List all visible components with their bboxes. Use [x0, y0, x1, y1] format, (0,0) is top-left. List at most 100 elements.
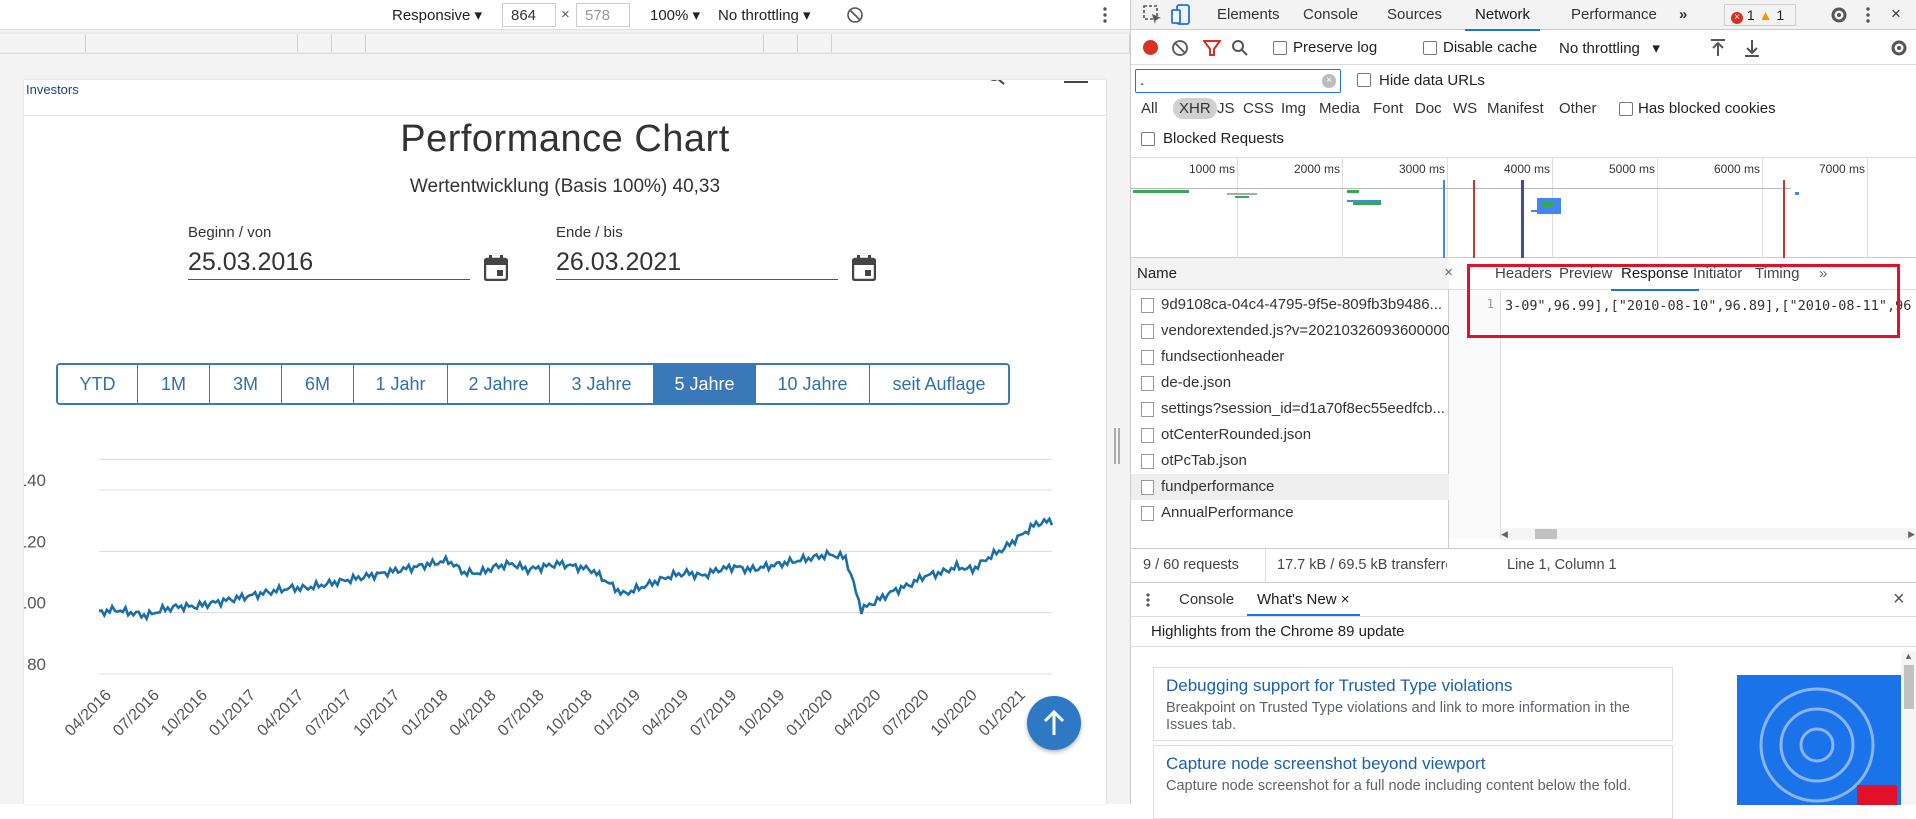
more-options-icon[interactable] [1100, 5, 1110, 25]
zoom-select[interactable]: 100% ▾ [650, 6, 700, 24]
tab-sources[interactable]: Sources [1387, 6, 1442, 23]
calendar-icon[interactable] [852, 255, 876, 281]
type-filter-js[interactable]: JS [1217, 100, 1235, 117]
tab-network[interactable]: Network [1464, 6, 1541, 31]
clear-icon[interactable] [1171, 39, 1189, 57]
request-row[interactable]: AnnualPerformance [1131, 500, 1449, 526]
request-row[interactable]: de-de.json [1131, 370, 1449, 396]
type-filter-all[interactable]: All [1141, 100, 1158, 117]
end-date-input[interactable]: 26.03.2021 [556, 248, 838, 280]
media-query-segment[interactable] [332, 34, 366, 52]
request-row[interactable]: otCenterRounded.json [1131, 422, 1449, 448]
media-query-segment[interactable] [798, 34, 832, 52]
scroll-left-icon[interactable]: ◀ [1501, 529, 1508, 540]
settings-icon[interactable] [1829, 5, 1849, 25]
type-filter-font[interactable]: Font [1373, 100, 1403, 117]
whats-new-card[interactable]: Debugging support for Trusted Type viola… [1153, 667, 1673, 741]
range-button[interactable]: 3M [210, 365, 282, 403]
media-query-segment[interactable] [0, 34, 86, 52]
name-column-header[interactable]: Name × [1131, 258, 1453, 290]
record-icon[interactable] [1143, 40, 1158, 55]
card-title[interactable]: Debugging support for Trusted Type viola… [1166, 676, 1660, 696]
range-button[interactable]: 3 Jahre [550, 365, 654, 403]
scroll-to-top-button[interactable] [1027, 696, 1081, 750]
scroll-up-icon[interactable]: ▲ [1904, 651, 1913, 661]
issues-counter[interactable]: × 1 ▲ 1 [1724, 4, 1796, 26]
tab-performance[interactable]: Performance [1571, 6, 1657, 23]
drawer-scrollbar-thumb[interactable] [1904, 665, 1914, 709]
range-button[interactable]: 2 Jahre [448, 365, 550, 403]
network-throttle-select[interactable]: No throttling ▾ [1559, 39, 1660, 57]
request-row-selected[interactable]: fundperformance [1131, 474, 1449, 500]
media-query-segment[interactable] [298, 34, 332, 52]
device-select[interactable]: Responsive ▾ [392, 6, 482, 24]
request-row[interactable]: otPcTab.json [1131, 448, 1449, 474]
rotate-icon[interactable] [845, 5, 865, 25]
inspect-element-icon[interactable] [1143, 5, 1163, 25]
request-row[interactable]: settings?session_id=d1a70f8ec55eedfcb... [1131, 396, 1449, 422]
close-drawer-icon[interactable]: × [1893, 588, 1905, 611]
drawer-scrollbar[interactable]: ▲ [1901, 651, 1916, 805]
card-title[interactable]: Capture node screenshot beyond viewport [1166, 754, 1660, 774]
whats-new-video-thumbnail[interactable] [1737, 675, 1901, 805]
media-query-segment[interactable] [86, 34, 298, 52]
request-row[interactable]: 9d9108ca-04c4-4795-9f5e-809fb3b9486... [1131, 292, 1449, 318]
throttling-select[interactable]: No throttling ▾ [718, 6, 811, 24]
type-filter-css[interactable]: CSS [1243, 100, 1274, 117]
range-button-active[interactable]: 5 Jahre [654, 365, 756, 403]
disable-cache-checkbox[interactable] [1423, 41, 1437, 55]
more-tabs-icon[interactable]: » [1679, 6, 1687, 23]
request-row[interactable]: fundsectionheader [1131, 344, 1449, 370]
blocked-requests-checkbox[interactable] [1141, 132, 1155, 146]
scrollbar-thumb[interactable] [1535, 529, 1557, 539]
preserve-log-checkbox[interactable] [1273, 41, 1287, 55]
drawer-tab-console[interactable]: Console [1179, 591, 1234, 608]
tab-console[interactable]: Console [1303, 6, 1358, 23]
range-button[interactable]: seit Auflage [870, 365, 1008, 403]
range-button[interactable]: 10 Jahre [756, 365, 870, 403]
network-settings-icon[interactable] [1889, 38, 1909, 58]
import-har-icon[interactable] [1709, 38, 1727, 58]
clear-filter-icon[interactable]: × [1322, 74, 1336, 88]
x-tick-label: 07/2017 [302, 687, 355, 740]
export-har-icon[interactable] [1743, 38, 1761, 58]
type-filter-media[interactable]: Media [1319, 100, 1360, 117]
begin-date-input[interactable]: 25.03.2016 [188, 248, 470, 280]
range-button[interactable]: YTD [58, 365, 138, 403]
calendar-icon[interactable] [484, 255, 508, 281]
type-filter-other[interactable]: Other [1559, 100, 1597, 117]
drawer-menu-icon[interactable] [1145, 592, 1151, 608]
type-filter-xhr[interactable]: XHR [1173, 98, 1217, 119]
type-filter-ws[interactable]: WS [1453, 100, 1477, 117]
width-input[interactable]: 864 [502, 3, 556, 27]
tab-elements[interactable]: Elements [1217, 6, 1280, 23]
has-blocked-cookies-checkbox[interactable] [1619, 102, 1633, 116]
range-button[interactable]: 6M [282, 365, 354, 403]
type-filter-img[interactable]: Img [1281, 100, 1306, 117]
search-icon[interactable] [1231, 39, 1249, 57]
device-toggle-icon[interactable] [1171, 4, 1193, 26]
brand-logo-text[interactable]: Investors [26, 82, 79, 97]
whats-new-card[interactable]: Capture node screenshot beyond viewport … [1153, 745, 1673, 819]
type-filter-manifest[interactable]: Manifest [1487, 100, 1544, 117]
filter-input[interactable]: . × [1135, 69, 1341, 93]
search-icon[interactable] [986, 80, 1008, 90]
close-devtools-icon[interactable]: × [1891, 4, 1901, 24]
devtools-menu-icon[interactable] [1863, 5, 1873, 25]
height-input[interactable]: 578 [576, 3, 630, 27]
range-button[interactable]: 1M [138, 365, 210, 403]
close-tab-icon[interactable]: × [1341, 591, 1350, 608]
range-button[interactable]: 1 Jahr [354, 365, 448, 403]
drawer-tab-whats-new[interactable]: What's New × [1247, 591, 1359, 616]
media-query-segment[interactable] [764, 34, 798, 52]
media-query-segment[interactable] [366, 34, 764, 52]
resize-handle[interactable] [1114, 428, 1120, 464]
scroll-right-icon[interactable]: ▶ [1908, 529, 1915, 540]
horizontal-scrollbar[interactable]: ◀ ▶ [1501, 528, 1916, 540]
filter-icon[interactable] [1203, 39, 1221, 57]
request-row[interactable]: vendorextended.js?v=20210326093600000 [1131, 318, 1449, 344]
hide-data-urls-checkbox[interactable] [1357, 73, 1371, 87]
menu-icon[interactable] [1064, 80, 1088, 88]
media-query-segment[interactable] [832, 34, 1130, 52]
type-filter-doc[interactable]: Doc [1415, 100, 1442, 117]
